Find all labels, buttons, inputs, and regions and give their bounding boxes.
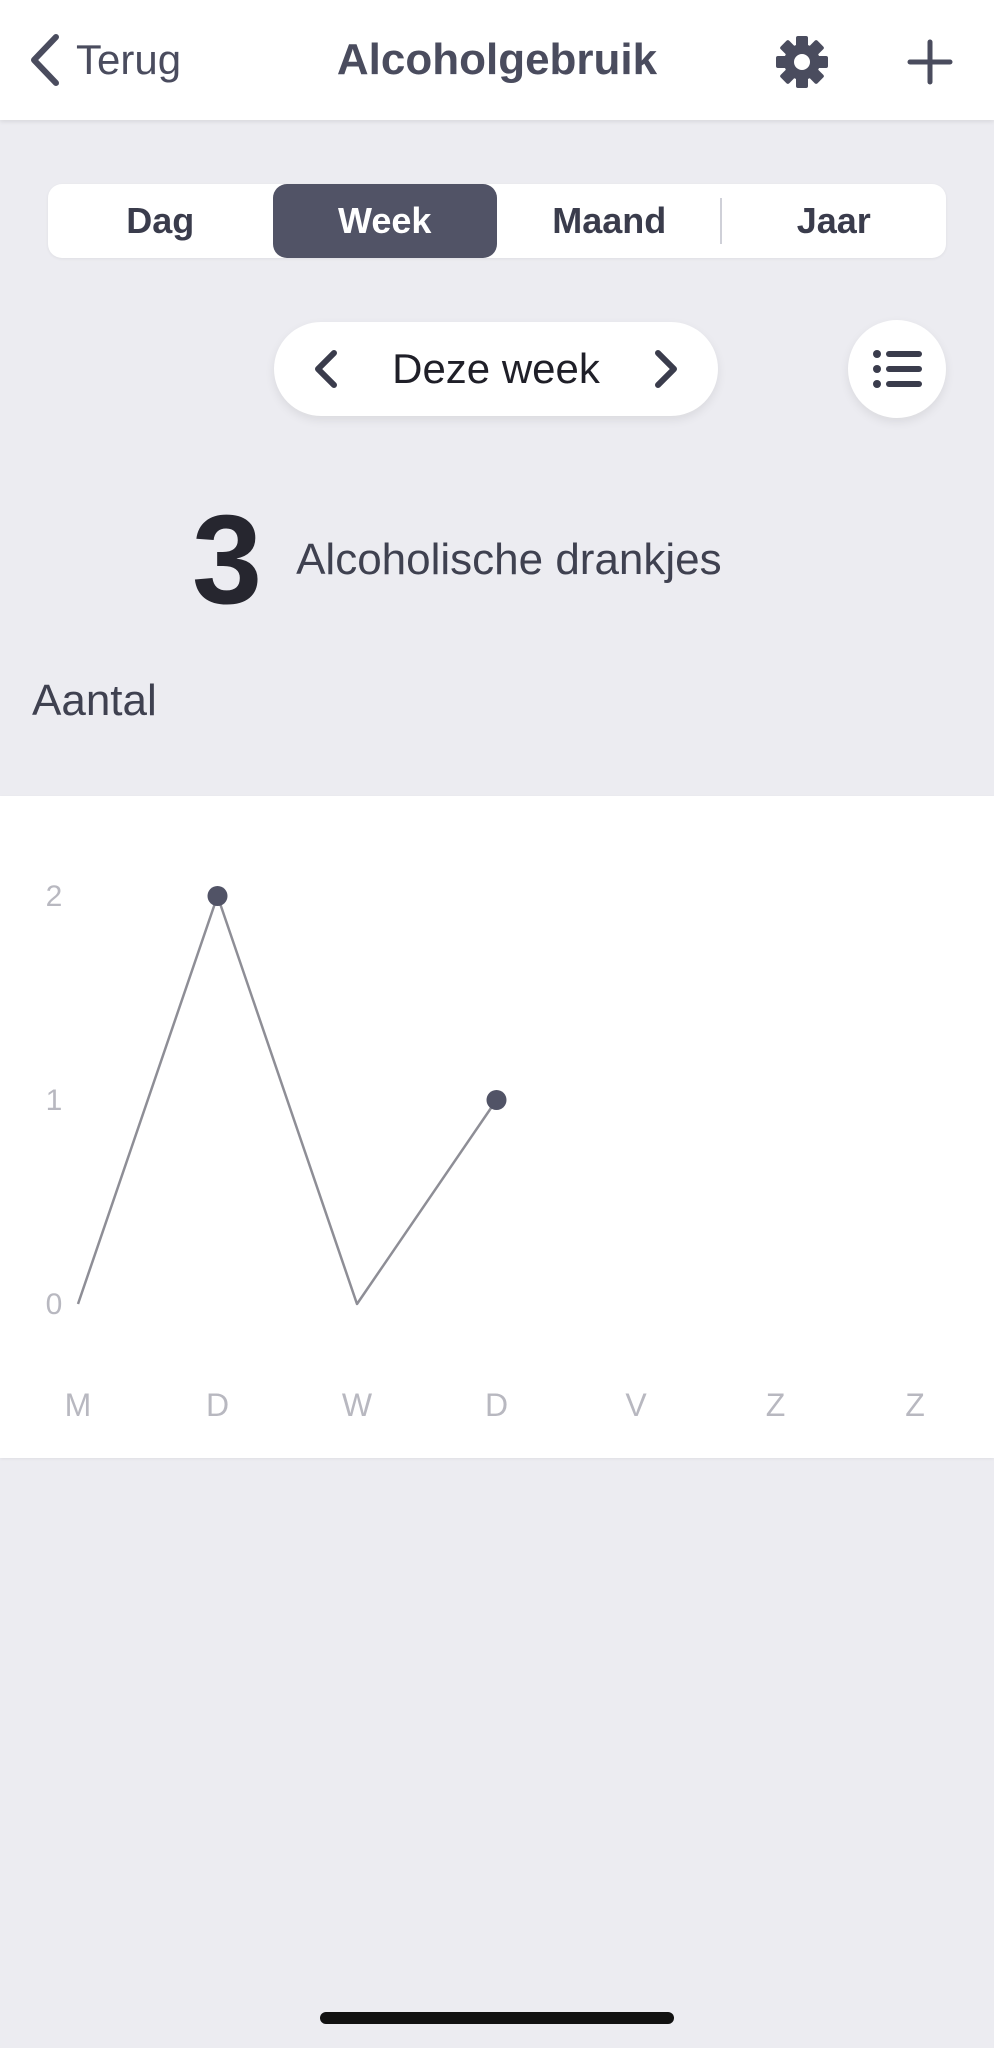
segment-label: Week	[338, 200, 432, 241]
home-indicator	[320, 2012, 674, 2024]
summary: 3 Alcoholische drankjes	[192, 489, 722, 630]
x-tick-label: D	[206, 1387, 229, 1423]
x-tick-label: Z	[766, 1387, 786, 1423]
data-point	[486, 1090, 507, 1110]
x-tick-label: Z	[905, 1387, 925, 1423]
x-tick-label: D	[485, 1387, 508, 1423]
x-tick-label: W	[342, 1387, 373, 1423]
drink-count-label: Alcoholische drankjes	[296, 535, 722, 584]
add-button[interactable]	[900, 32, 960, 92]
y-tick-label: 2	[46, 880, 63, 913]
line-chart: 0 1 2 M D W D V Z Z	[46, 880, 925, 1423]
segment-dag[interactable]: Dag	[48, 184, 273, 258]
segment-jaar[interactable]: Jaar	[722, 184, 947, 258]
data-point	[207, 886, 228, 906]
segment-week[interactable]: Week	[272, 184, 497, 258]
section-title: Aantal	[32, 676, 157, 725]
chart-card: 0 1 2 M D W D V Z Z	[0, 796, 994, 1458]
next-period-button[interactable]	[636, 339, 696, 399]
period-selector: Deze week	[274, 322, 718, 416]
chevron-right-icon	[655, 350, 677, 388]
navigation-bar: Terug Alcoholgebruik	[0, 0, 994, 120]
x-tick-label: M	[65, 1387, 92, 1423]
y-tick-label: 1	[46, 1084, 63, 1117]
plus-icon	[907, 39, 953, 85]
back-button[interactable]: Terug	[28, 30, 181, 90]
segment-label: Jaar	[796, 200, 871, 241]
segment-maand[interactable]: Maand	[497, 184, 722, 258]
settings-button[interactable]	[772, 32, 832, 92]
chevron-left-icon	[315, 350, 337, 388]
x-tick-label: V	[625, 1387, 647, 1423]
list-view-button[interactable]	[848, 320, 946, 418]
segment-label: Dag	[126, 200, 195, 241]
chevron-left-icon	[31, 34, 59, 86]
segment-label: Maand	[552, 200, 667, 241]
back-label: Terug	[76, 36, 182, 83]
series-line	[76, 894, 498, 1306]
gear-icon	[776, 36, 828, 88]
y-tick-label: 0	[46, 1288, 63, 1321]
previous-period-button[interactable]	[296, 339, 356, 399]
period-segmented-control: Dag Week Maand Jaar	[48, 184, 946, 258]
list-icon	[873, 350, 922, 388]
drink-count: 3	[192, 489, 263, 630]
